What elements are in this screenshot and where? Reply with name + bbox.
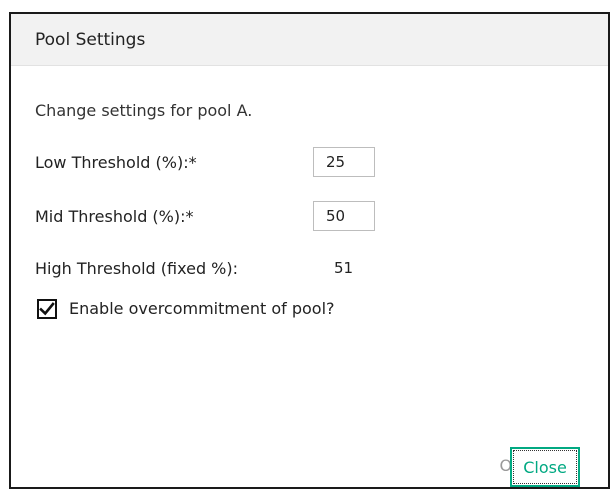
high-threshold-value: 51 [334,259,354,277]
dialog-description: Change settings for pool A. [35,101,253,120]
dialog-title: Pool Settings [35,29,146,50]
low-threshold-label: Low Threshold (%):* [35,153,197,172]
pool-settings-dialog: Pool Settings Change settings for pool A… [9,12,610,489]
high-threshold-label: High Threshold (fixed %): [35,259,239,278]
mid-threshold-label: Mid Threshold (%):* [35,207,194,226]
overcommit-label: Enable overcommitment of pool? [69,299,335,318]
overcommit-checkbox[interactable] [37,299,57,319]
checkmark-icon [39,302,55,316]
close-button[interactable]: Close [510,447,580,487]
dialog-titlebar: Pool Settings [11,14,608,66]
mid-threshold-input[interactable] [313,201,375,231]
low-threshold-input[interactable] [313,147,375,177]
